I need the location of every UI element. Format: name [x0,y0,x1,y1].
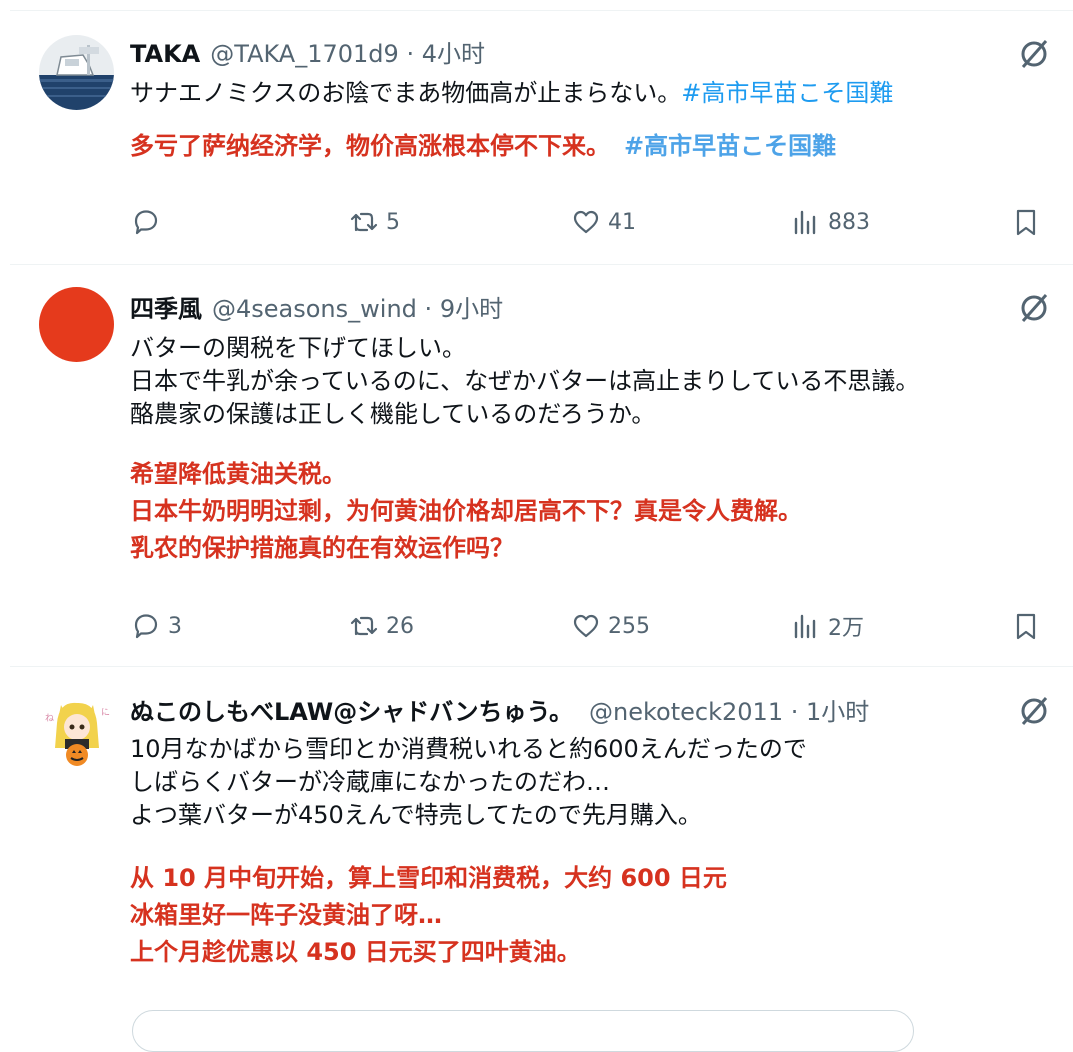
translation-line: 多亏了萨纳经济学，物价高涨根本停不下来。 [130,132,610,160]
reply-button[interactable] [130,206,168,238]
translation-line: 从 10 月中旬开始，算上雪印和消费税，大约 600 日元 [130,864,727,892]
views-count: 2万 [828,616,864,641]
author-handle[interactable]: @4seasons_wind [212,295,417,323]
repost-count: 26 [386,613,414,639]
post-nekoteck2011[interactable]: ね に ぬこのしもべLAW@シャドバンちゅう。 @nekoteck2011 · … [0,688,1073,1021]
action-bar: 3 26 255 2万 [0,608,1073,648]
post-text-japanese: バターの関税を下げてほしい。 日本で牛乳が余っているのに、なぜかバターは高止まり… [130,332,919,431]
like-count: 41 [608,209,636,235]
translation-line: 希望降低黄油关税。 [130,460,346,488]
post-text-line: サナエノミクスのお陰でまあ物価高が止まらない。 [130,79,682,107]
translation-chinese: 多亏了萨纳经济学，物价高涨根本停不下来。 #高市早苗こそ国難 [130,128,836,165]
post-4seasons-wind[interactable]: 四季風 @4seasons_wind · 9小时 ⋮ バターの関税を下げてほしい… [0,286,1073,666]
svg-text:ね: ね [45,713,54,724]
post-text-line: 酪農家の保護は正しく機能しているのだろうか。 [130,400,656,428]
separator-dot: · [790,698,799,726]
views-count: 883 [828,209,870,235]
reply-input-box[interactable] [132,1010,914,1052]
avatar-image: ね に [39,693,114,768]
post-text-line: 10月なかばから雪印とか消費税いれると約600えんだったので [130,735,807,763]
avatar[interactable]: ね に [39,693,114,768]
post-text-japanese: サナエノミクスのお陰でまあ物価高が止まらない。#高市早苗こそ国難 [130,77,893,110]
separator-dot: · [406,40,415,68]
views-button[interactable]: 2万 [790,610,864,642]
author-handle[interactable]: @nekoteck2011 [589,698,783,726]
post-header: ぬこのしもべLAW@シャドバンちゅう。 @nekoteck2011 · 1小时 [130,692,869,726]
more-menu-icon[interactable]: ⋮ [1063,292,1073,320]
views-button[interactable]: 883 [790,206,870,238]
bookmark-button[interactable] [1010,206,1042,238]
more-menu-icon[interactable]: ⋮ [1063,695,1073,723]
post-text-line: しばらくバターが冷蔵庫になかったのだわ… [130,768,610,796]
reply-count: 3 [168,613,182,639]
bookmark-icon [1016,209,1036,236]
post-text-line: よつ葉バターが450えんで特売してたので先月購入。 [130,801,702,829]
post-header: 四季風 @4seasons_wind · 9小时 [130,289,503,323]
post-text-line: 日本で牛乳が余っているのに、なぜかバターは高止まりしている不思議。 [130,367,920,395]
like-button[interactable]: 41 [570,206,636,238]
reply-bubble-icon [134,210,158,235]
post-time[interactable]: 9小时 [440,295,503,323]
post-time[interactable]: 1小时 [806,698,869,726]
like-button[interactable]: 255 [570,610,650,642]
translation-line: 日本牛奶明明过剩，为何黄油价格却居高不下？真是令人费解。 [130,497,802,525]
divider [10,666,1073,667]
more-menu-icon[interactable]: ⋮ [1063,38,1073,66]
reply-bubble-icon [134,614,158,639]
post-taka[interactable]: TAKA @TAKA_1701d9 · 4小时 ⋮ サナエノミクスのお陰でまあ物… [0,30,1073,264]
avatar[interactable] [39,287,114,362]
divider [10,10,1073,11]
hashtag-link[interactable]: #高市早苗こそ国難 [681,79,893,107]
author-name[interactable]: 四季風 [130,289,202,324]
repost-button[interactable]: 5 [348,206,400,238]
hashtag-link[interactable]: #高市早苗こそ国難 [624,132,836,160]
divider [10,264,1073,265]
author-name[interactable]: TAKA [130,40,200,68]
action-bar: 5 41 883 [0,204,1073,244]
translation-line: 冰箱里好一阵子没黄油了呀… [130,901,442,929]
post-time[interactable]: 4小时 [422,40,485,68]
repost-button[interactable]: 26 [348,610,414,642]
author-handle[interactable]: @TAKA_1701d9 [210,40,399,68]
grok-slashed-circle-icon[interactable] [1016,290,1052,326]
post-text-line: バターの関税を下げてほしい。 [130,334,466,362]
like-count: 255 [608,613,650,639]
separator-dot: · [424,295,433,323]
bar-chart-icon [794,210,816,235]
translation-chinese: 希望降低黄油关税。 日本牛奶明明过剩，为何黄油价格却居高不下？真是令人费解。 乳… [130,456,802,567]
heart-icon [573,210,599,234]
avatar-image [39,35,114,110]
translation-line: 上个月趁优惠以 450 日元买了四叶黄油。 [130,938,581,966]
bookmark-icon [1016,613,1036,640]
post-text-japanese: 10月なかばから雪印とか消費税いれると約600えんだったので しばらくバターが冷… [130,733,807,832]
translation-line: 乳农的保护措施真的在有效运作吗？ [130,534,514,562]
repost-arrows-icon [350,212,378,232]
heart-icon [573,614,599,638]
author-name[interactable]: ぬこのしもべLAW@シャドバンちゅう。 [130,692,573,727]
avatar[interactable] [39,35,114,110]
repost-count: 5 [386,209,400,235]
bookmark-button[interactable] [1010,610,1042,642]
grok-slashed-circle-icon[interactable] [1016,693,1052,729]
grok-slashed-circle-icon[interactable] [1016,36,1052,72]
bar-chart-icon [794,614,816,639]
translation-chinese: 从 10 月中旬开始，算上雪印和消费税，大约 600 日元 冰箱里好一阵子没黄油… [130,860,727,971]
post-header: TAKA @TAKA_1701d9 · 4小时 [130,34,485,68]
repost-arrows-icon [350,616,378,636]
svg-text:に: に [101,707,110,718]
reply-button[interactable]: 3 [130,610,182,642]
